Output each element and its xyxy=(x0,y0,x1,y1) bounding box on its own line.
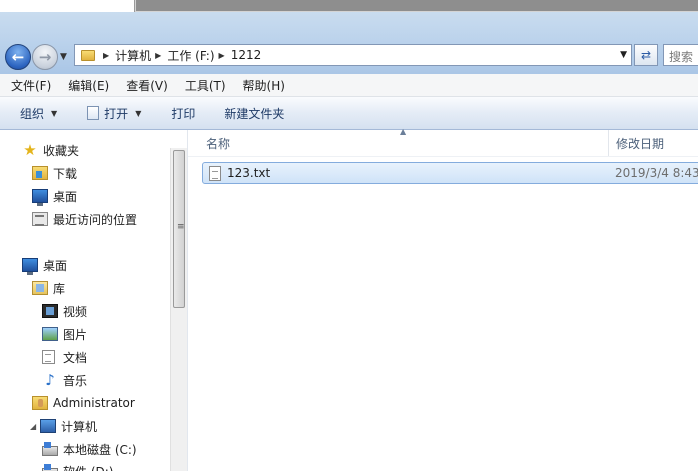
nav-administrator[interactable]: Administrator xyxy=(32,393,135,413)
nav-documents-label: 文档 xyxy=(63,350,88,365)
nav-libraries[interactable]: 库 xyxy=(32,278,65,298)
organize-label: 组织 xyxy=(20,106,45,121)
computer-icon xyxy=(40,419,56,433)
star-icon: ★ xyxy=(23,141,37,159)
nav-favorites[interactable]: ★ 收藏夹 xyxy=(22,140,79,160)
refresh-icon: ⇄ xyxy=(640,48,652,62)
folder-icon xyxy=(81,49,95,61)
open-label: 打开 xyxy=(104,106,129,121)
column-header-date-modified[interactable]: 修改日期 xyxy=(608,130,698,156)
nav-computer-label: 计算机 xyxy=(61,419,98,434)
file-list: ▲ 名称 修改日期 123.txt 2019/3/4 8:43 xyxy=(188,127,698,471)
navigation-pane: ★ 收藏夹 下载 桌面 最近访问的位置 桌面 库 视频 图片 文档 ♪ 音乐 A… xyxy=(0,130,188,471)
breadcrumb-chevron-icon[interactable]: ▶ xyxy=(103,51,109,60)
menu-file[interactable]: 文件(F) xyxy=(0,77,57,94)
nav-videos[interactable]: 视频 xyxy=(42,301,87,321)
background-window-left xyxy=(0,0,135,12)
nav-recent-places[interactable]: 最近访问的位置 xyxy=(32,209,137,229)
nav-recent-places-label: 最近访问的位置 xyxy=(53,212,138,227)
desktop-icon xyxy=(22,258,38,275)
nav-favorite-desktop-label: 桌面 xyxy=(53,189,78,204)
open-button[interactable]: 打开 ▼ xyxy=(87,105,141,122)
scrollbar-thumb[interactable]: ≡ xyxy=(173,150,185,308)
local-disk-icon xyxy=(42,442,58,456)
nav-drive-c-label: 本地磁盘 (C:) xyxy=(63,442,137,457)
desktop-icon xyxy=(32,189,48,206)
user-folder-icon xyxy=(32,396,48,410)
address-bar[interactable]: ▶ 计算机 ▶ 工作 (F:) ▶ 1212 ▼ xyxy=(74,44,632,66)
command-bar: 组织 ▼ 打开 ▼ 打印 新建文件夹 xyxy=(0,97,698,130)
nav-downloads-label: 下载 xyxy=(53,166,78,181)
nav-drive-c[interactable]: 本地磁盘 (C:) xyxy=(42,439,137,459)
column-header-row: ▲ 名称 修改日期 xyxy=(188,127,698,157)
recent-pages-dropdown-icon[interactable]: ▼ xyxy=(60,52,67,62)
nav-music[interactable]: ♪ 音乐 xyxy=(42,370,87,390)
nav-videos-label: 视频 xyxy=(63,304,88,319)
nav-downloads[interactable]: 下载 xyxy=(32,163,77,183)
nav-pictures-label: 图片 xyxy=(63,327,88,342)
music-note-icon: ♪ xyxy=(45,371,55,389)
breadcrumb-computer[interactable]: 计算机 xyxy=(115,47,151,64)
nav-pane-scrollbar[interactable]: ≡ xyxy=(170,148,187,471)
search-input[interactable]: 搜索 xyxy=(663,44,698,66)
pictures-library-icon xyxy=(42,327,58,341)
organize-button[interactable]: 组织 ▼ xyxy=(20,105,57,122)
refresh-button[interactable]: ⇄ xyxy=(634,44,658,66)
forward-button[interactable]: → xyxy=(32,44,58,70)
nav-music-label: 音乐 xyxy=(63,373,88,388)
background-window-strip xyxy=(0,0,698,12)
open-dropdown-icon: ▼ xyxy=(135,108,142,118)
nav-drive-d[interactable]: 软件 (D:) xyxy=(42,461,113,471)
forward-arrow-icon: → xyxy=(38,48,52,66)
menu-edit[interactable]: 编辑(E) xyxy=(57,77,115,94)
breadcrumb-folder-1212[interactable]: 1212 xyxy=(231,48,262,62)
menu-bar: 文件(F) 编辑(E) 查看(V) 工具(T) 帮助(H) xyxy=(0,74,698,97)
documents-library-icon xyxy=(42,350,55,364)
file-row[interactable]: 123.txt 2019/3/4 8:43 xyxy=(202,162,698,184)
expand-computer-icon[interactable]: ◢ xyxy=(30,422,36,431)
video-library-icon xyxy=(42,304,58,318)
back-arrow-icon: ← xyxy=(11,48,25,66)
back-button[interactable]: ← xyxy=(5,44,31,70)
library-icon xyxy=(32,281,48,295)
print-label: 打印 xyxy=(171,106,196,121)
nav-favorites-label: 收藏夹 xyxy=(43,143,80,158)
print-button[interactable]: 打印 xyxy=(171,105,195,122)
nav-desktop[interactable]: 桌面 xyxy=(22,255,67,275)
breadcrumb-chevron-icon[interactable]: ▶ xyxy=(219,51,225,60)
scrollbar-grip-icon: ≡ xyxy=(177,222,185,232)
new-folder-button[interactable]: 新建文件夹 xyxy=(224,105,284,122)
new-folder-label: 新建文件夹 xyxy=(224,106,285,121)
menu-help[interactable]: 帮助(H) xyxy=(232,77,291,94)
menu-view[interactable]: 查看(V) xyxy=(115,77,174,94)
address-dropdown-icon[interactable]: ▼ xyxy=(620,50,627,60)
nav-drive-d-label: 软件 (D:) xyxy=(63,463,113,471)
menu-tools[interactable]: 工具(T) xyxy=(174,77,232,94)
breadcrumb-chevron-icon[interactable]: ▶ xyxy=(155,51,161,60)
text-file-icon xyxy=(209,165,221,181)
recent-places-icon xyxy=(32,212,48,226)
nav-computer[interactable]: 计算机 xyxy=(40,416,97,436)
organize-dropdown-icon: ▼ xyxy=(51,108,58,118)
downloads-folder-icon xyxy=(32,166,48,180)
file-date-modified: 2019/3/4 8:43 xyxy=(615,166,698,180)
nav-documents[interactable]: 文档 xyxy=(42,347,87,367)
background-window-right xyxy=(136,0,698,11)
breadcrumb-drive-f[interactable]: 工作 (F:) xyxy=(167,47,214,64)
nav-favorite-desktop[interactable]: 桌面 xyxy=(32,186,77,206)
nav-administrator-label: Administrator xyxy=(53,396,135,410)
nav-desktop-label: 桌面 xyxy=(43,258,68,273)
nav-libraries-label: 库 xyxy=(53,281,66,296)
column-header-name[interactable]: 名称 xyxy=(188,130,608,156)
file-name: 123.txt xyxy=(227,166,271,180)
nav-pictures[interactable]: 图片 xyxy=(42,324,87,344)
open-file-icon xyxy=(87,106,100,120)
